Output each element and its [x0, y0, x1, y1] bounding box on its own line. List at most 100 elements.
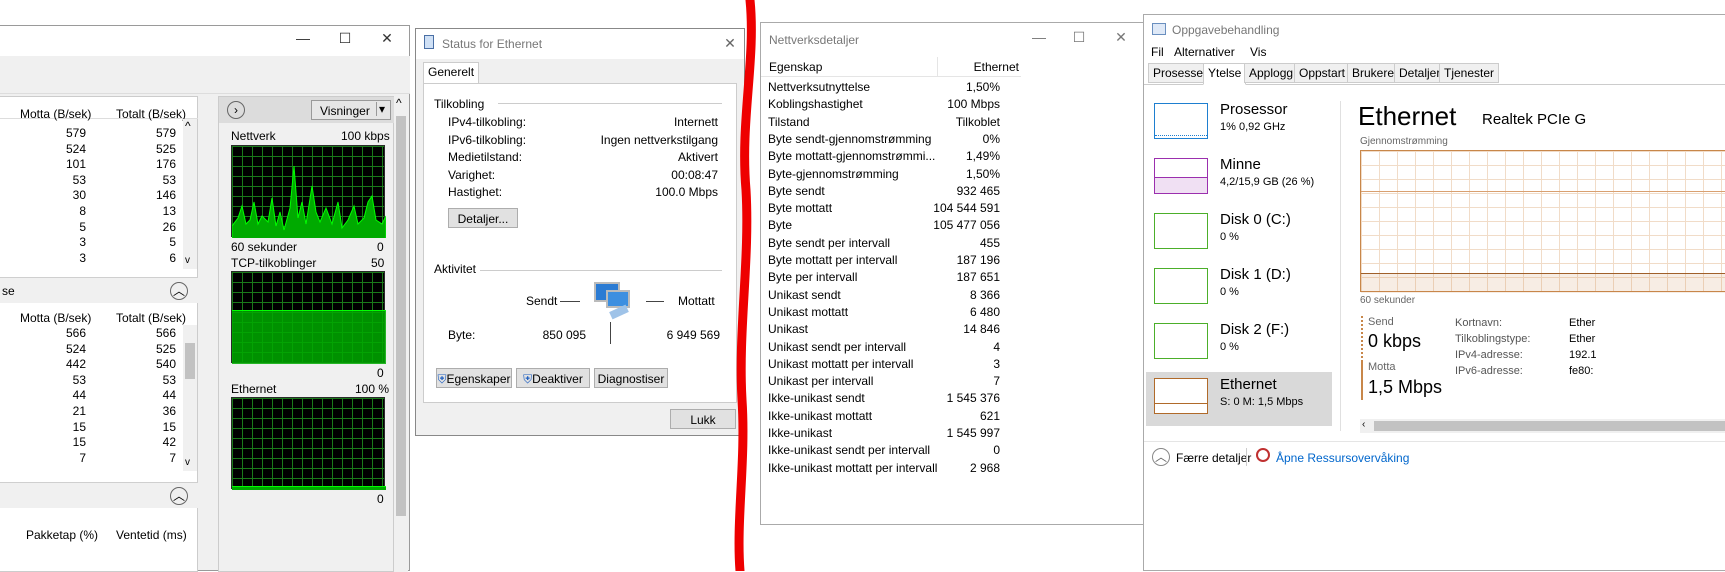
table-row[interactable]: 15 15	[0, 419, 185, 435]
maximize-icon[interactable]: ☐	[1071, 29, 1087, 45]
close-button[interactable]: Lukk	[670, 409, 736, 429]
details-button[interactable]: Detaljer...	[448, 208, 518, 228]
close-icon[interactable]: ✕	[379, 30, 395, 46]
details-row[interactable]: Unikast per intervall 7	[761, 373, 1021, 390]
fewer-details-link[interactable]: Færre detaljer	[1176, 451, 1251, 465]
details-row[interactable]: Ikke-unikast sendt per intervall 0	[761, 442, 1021, 459]
collapse-icon[interactable]: ︿	[170, 487, 188, 505]
scrollbar[interactable]: v	[183, 325, 197, 471]
details-row[interactable]: Byte-gjennomstrømming 1,50%	[761, 166, 1021, 183]
scroll-thumb[interactable]	[1374, 421, 1725, 431]
scroll-down-icon[interactable]: v	[185, 457, 190, 468]
details-row[interactable]: Byte mottatt 104 544 591	[761, 200, 1021, 217]
expand-right-icon[interactable]: ›	[227, 101, 245, 119]
tab-general[interactable]: Generelt	[423, 62, 480, 84]
tab-startup[interactable]: Oppstart	[1294, 63, 1351, 83]
col-header-property[interactable]: Egenskap	[769, 60, 822, 74]
cell-total: 525	[155, 341, 176, 356]
details-row[interactable]: Byte sendt per intervall 455	[761, 235, 1021, 252]
perf-item[interactable]: Minne 4,2/15,9 GB (26 %)	[1146, 152, 1332, 206]
details-row[interactable]: Byte per intervall 187 651	[761, 269, 1021, 286]
table-row[interactable]: 566 566	[0, 325, 185, 341]
tab-performance[interactable]: Ytelse	[1203, 63, 1247, 85]
tab-details[interactable]: Detaljer	[1394, 63, 1446, 83]
table-row[interactable]: 44 44	[0, 387, 185, 403]
menu-view[interactable]: Vis	[1250, 45, 1266, 59]
minimize-icon[interactable]: —	[1031, 29, 1047, 45]
perf-item[interactable]: Ethernet S: 0 M: 1,5 Mbps	[1146, 372, 1332, 426]
tab-services[interactable]: Tjenester	[1439, 63, 1500, 83]
details-row[interactable]: Byte mottatt-gjennomstrømmi... 1,49%	[761, 148, 1021, 165]
table-row[interactable]: 101 176	[0, 156, 185, 172]
table-row[interactable]: 21 36	[0, 403, 185, 419]
table-row[interactable]: 8 13	[0, 203, 185, 219]
col-header-total[interactable]: Totalt (B/sek)	[116, 107, 186, 121]
open-resmon-link[interactable]: Åpne Ressursovervåking	[1276, 451, 1409, 465]
perf-item[interactable]: Disk 1 (D:) 0 %	[1146, 262, 1332, 316]
perf-item-name: Disk 0 (C:)	[1220, 211, 1291, 228]
tab-users[interactable]: Brukere	[1347, 63, 1400, 83]
bottom-section-header[interactable]: ︿	[0, 482, 198, 508]
views-dropdown[interactable]: Visninger ▾	[311, 100, 391, 120]
table-row[interactable]: 53 53	[0, 172, 185, 188]
details-row[interactable]: Byte sendt 932 465	[761, 183, 1021, 200]
col-header-latency[interactable]: Ventetid (ms)	[116, 528, 187, 542]
close-icon[interactable]: ✕	[1113, 29, 1129, 45]
details-row[interactable]: Ikke-unikast mottatt 621	[761, 408, 1021, 425]
col-header-packetloss[interactable]: Pakketap (%)	[26, 528, 98, 542]
details-row[interactable]: Ikke-unikast mottatt per intervall 2 968	[761, 460, 1021, 477]
scroll-down-icon[interactable]: v	[185, 255, 190, 266]
table-row[interactable]: 30 146	[0, 187, 185, 203]
properties-button[interactable]: ⛨Egenskaper	[436, 368, 512, 388]
col-header-recv[interactable]: Motta (B/sek)	[20, 107, 91, 121]
maximize-icon[interactable]: ☐	[337, 30, 353, 46]
table-row[interactable]: 35	[0, 234, 185, 250]
network-adapter-icon	[424, 35, 434, 49]
details-row[interactable]: Byte 105 477 056	[761, 217, 1021, 234]
scroll-thumb[interactable]	[396, 116, 406, 516]
table-row[interactable]: 36	[0, 250, 185, 266]
table-row[interactable]: 524 525	[0, 141, 185, 157]
collapse-icon[interactable]: ︿	[1152, 448, 1170, 466]
table-row[interactable]: 5 26	[0, 219, 185, 235]
table-row[interactable]: 524 525	[0, 341, 185, 357]
perf-item[interactable]: Disk 2 (F:) 0 %	[1146, 317, 1332, 371]
perf-item[interactable]: Prosessor 1% 0,92 GHz	[1146, 97, 1332, 151]
col-header-recv[interactable]: Motta (B/sek)	[20, 311, 91, 325]
table-row[interactable]: 77	[0, 450, 185, 466]
diagnose-button[interactable]: Diagnostiser	[594, 368, 668, 388]
collapse-icon[interactable]: ︿	[170, 282, 188, 300]
scroll-thumb[interactable]	[185, 343, 195, 379]
details-row[interactable]: Ikke-unikast sendt 1 545 376	[761, 390, 1021, 407]
disable-button[interactable]: ⛨Deaktiver	[516, 368, 590, 388]
table-row[interactable]: 15 42	[0, 434, 185, 450]
details-row[interactable]: Unikast sendt per intervall 4	[761, 339, 1021, 356]
tab-app-history[interactable]: Applogg	[1244, 63, 1299, 83]
details-row[interactable]: Unikast sendt 8 366	[761, 287, 1021, 304]
details-row[interactable]: Byte sendt-gjennomstrømming 0%	[761, 131, 1021, 148]
table-row[interactable]: 442 540	[0, 356, 185, 372]
scrollbar[interactable]: ^ v	[183, 119, 197, 269]
horizontal-scrollbar[interactable]: ‹	[1360, 419, 1725, 433]
menu-file[interactable]: Fil	[1151, 45, 1164, 59]
details-row[interactable]: Tilstand Tilkoblet	[761, 114, 1021, 131]
table-row[interactable]: 579 579	[0, 125, 185, 141]
details-row[interactable]: Nettverksutnyttelse 1,50%	[761, 79, 1021, 96]
minimize-icon[interactable]: —	[295, 30, 311, 46]
details-row[interactable]: Unikast 14 846	[761, 321, 1021, 338]
col-header-value[interactable]: Ethernet	[941, 60, 1019, 74]
table-row[interactable]: 53 53	[0, 372, 185, 388]
scroll-up-icon[interactable]: ^	[396, 96, 402, 110]
scroll-left-icon[interactable]: ‹	[1362, 419, 1365, 430]
details-row[interactable]: Byte mottatt per intervall 187 196	[761, 252, 1021, 269]
graph-scrollbar[interactable]: ^	[394, 96, 408, 572]
scroll-up-icon[interactable]: ^	[185, 119, 191, 133]
perf-item[interactable]: Disk 0 (C:) 0 %	[1146, 207, 1332, 261]
details-row[interactable]: Koblingshastighet 100 Mbps	[761, 96, 1021, 113]
menu-options[interactable]: Alternativer	[1174, 45, 1235, 59]
col-header-total[interactable]: Totalt (B/sek)	[116, 311, 186, 325]
details-row[interactable]: Ikke-unikast 1 545 997	[761, 425, 1021, 442]
details-row[interactable]: Unikast mottatt 6 480	[761, 304, 1021, 321]
mid-section-header[interactable]: se ︿	[0, 277, 198, 303]
details-row[interactable]: Unikast mottatt per intervall 3	[761, 356, 1021, 373]
